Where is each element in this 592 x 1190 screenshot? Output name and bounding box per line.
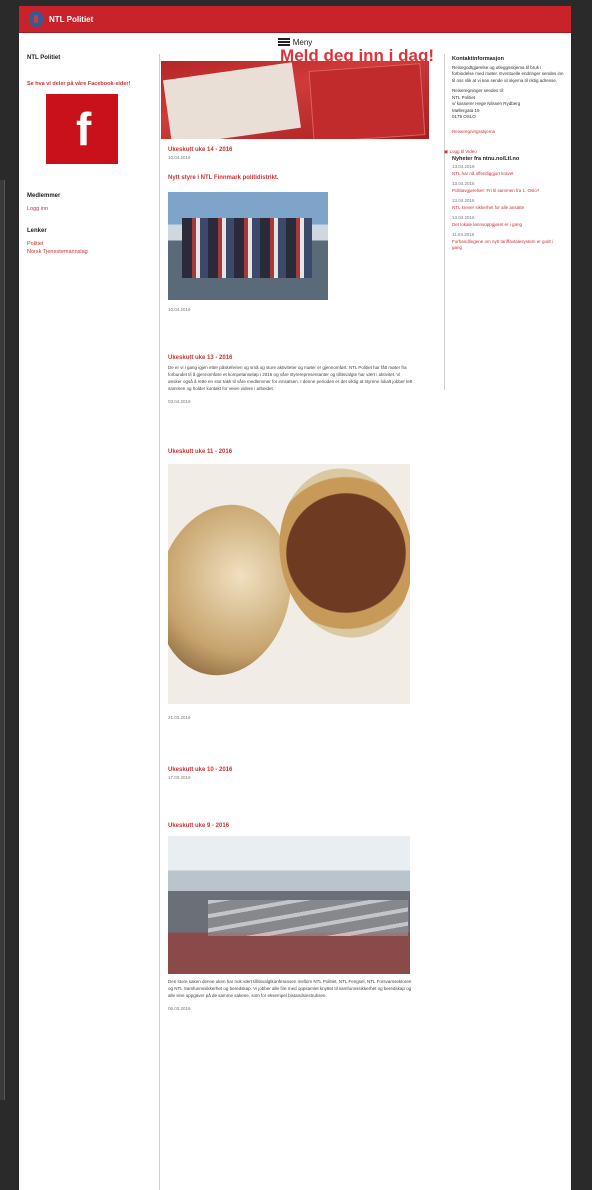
left-sidebar: NTL Politiet Se hva vi deler på våre Fac… <box>27 54 147 256</box>
post-date: 10.04.2016 <box>168 307 191 312</box>
left-frame <box>0 0 19 1190</box>
right-sidebar: Kontaktinformasjon Reisegodtgjørelse og … <box>444 56 564 252</box>
main-content: Meld deg inn i dag! Ukeskutt uke 14 - 20… <box>160 47 440 1012</box>
post-title[interactable]: Ukeskutt uke 14 - 2016 <box>168 147 440 154</box>
post: Ukeskutt uke 13 - 2016 De er vi i gang i… <box>168 355 440 405</box>
login-link[interactable]: Logg inn <box>27 205 147 213</box>
scrollbar[interactable] <box>0 180 5 1100</box>
address-line: 0179 OSLO <box>452 114 476 119</box>
page: NTL Politiet Meny NTL Politiet Se hva vi… <box>19 6 571 1190</box>
hamburger-icon[interactable] <box>277 38 290 46</box>
news-link[interactable]: Forhandlingene om nytt tariffavtalesyste… <box>452 239 564 252</box>
news-link[interactable]: Politiavgjørelser: Fri til sammen fra 1.… <box>452 188 564 195</box>
contact-heading: Kontaktinformasjon <box>452 56 504 62</box>
news-heading: Nyheter fra ntnu.no/Ltl.no <box>452 155 520 162</box>
news-link[interactable]: NTL krever sikkerhet for alle ansatte <box>452 205 564 212</box>
video-link-label[interactable]: Logg til Video <box>450 149 477 154</box>
contact-text: Reisegodtgjørelse og utleggsskjema til b… <box>452 64 564 83</box>
members-heading: Medlemmer <box>27 193 61 199</box>
facebook-icon[interactable]: f <box>46 94 118 164</box>
video-icon: ▣ <box>444 149 449 154</box>
group-photo[interactable] <box>168 192 328 300</box>
post: Ukeskutt uke 14 - 2016 10.04.2016 Nytt s… <box>168 147 440 313</box>
post-body: Den store saken denne uken har nok vært … <box>168 979 412 998</box>
post: Ukeskutt uke 9 - 2016 Den store saken de… <box>168 823 440 1012</box>
promo-headline[interactable]: Meld deg inn i dag! <box>160 47 440 64</box>
post-body: De er vi i gang igjen etter påskeferien … <box>168 365 413 391</box>
post-title[interactable]: Ukeskutt uke 11 - 2016 <box>168 449 440 456</box>
promo-image[interactable] <box>161 61 429 139</box>
divider <box>444 54 445 390</box>
right-frame <box>571 0 592 1190</box>
post-title[interactable]: Ukeskutt uke 9 - 2016 <box>168 823 440 830</box>
site-title[interactable]: NTL Politiet <box>49 15 93 24</box>
post-title[interactable]: Ukeskutt uke 13 - 2016 <box>168 355 440 362</box>
links-heading: Lenker <box>27 228 47 234</box>
form-link[interactable]: Reiseregningsskjema <box>452 129 564 136</box>
link-politiet[interactable]: Politiet <box>27 240 147 248</box>
post-date: 03.04.2016 <box>168 399 191 404</box>
post-date: 06.03.2016 <box>168 1006 191 1011</box>
conference-photo[interactable] <box>168 836 410 974</box>
post-date: 17.03.2016 <box>168 775 191 780</box>
post-date: 21.03.2016 <box>168 715 191 720</box>
post-subtitle[interactable]: Nytt styre i NTL Finnmark politidistrikt… <box>168 175 440 182</box>
left-title: NTL Politiet <box>27 55 61 61</box>
post-title[interactable]: Ukeskutt uke 10 - 2016 <box>168 767 440 774</box>
post-date: 10.04.2016 <box>168 155 191 160</box>
easter-egg-photo[interactable] <box>168 464 410 704</box>
link-ntl[interactable]: Norsk Tjenestemannslag <box>27 248 147 256</box>
logo-icon[interactable] <box>29 11 43 27</box>
facebook-text[interactable]: Se hva vi deler på våre Facebook-sider! <box>27 80 147 88</box>
post: Ukeskutt uke 11 - 2016 21.03.2016 <box>168 449 440 721</box>
news-link[interactable]: NTL har nå offentliggjort kravet <box>452 171 564 178</box>
top-bar: NTL Politiet <box>19 6 571 33</box>
post: Ukeskutt uke 10 - 2016 17.03.2016 <box>168 767 440 781</box>
news-link[interactable]: Det lokale lønnsoppgjøret er i gang <box>452 222 564 229</box>
